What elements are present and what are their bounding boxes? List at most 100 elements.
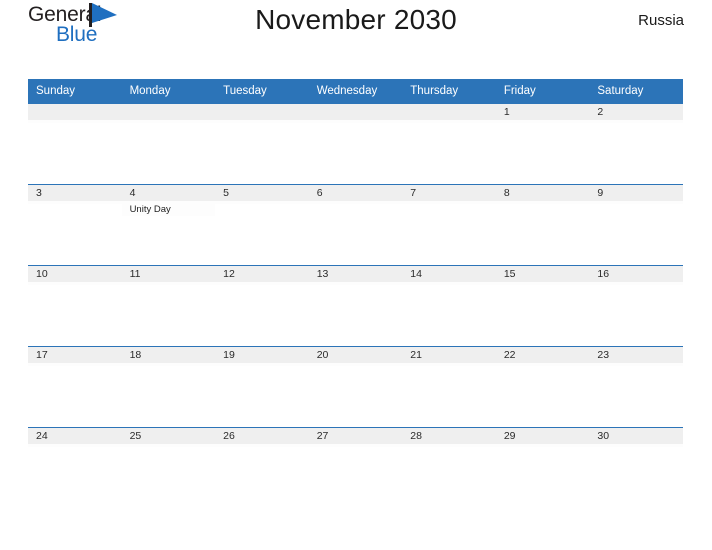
day-cell[interactable]: 14 [402, 265, 496, 347]
day-number: 13 [308, 266, 403, 282]
weekday-header-tuesday: Tuesday [215, 79, 309, 104]
day-events [495, 444, 590, 447]
day-cell[interactable]: 25 [121, 427, 216, 508]
day-cell[interactable] [402, 104, 496, 185]
calendar-header-row-group: Sunday Monday Tuesday Wednesday Thursday… [28, 79, 683, 104]
day-cell[interactable]: 15 [495, 265, 590, 347]
day-cell[interactable]: 7 [402, 184, 496, 266]
day-events [308, 120, 403, 123]
day-events [402, 282, 496, 285]
calendar-weeks: 1 2 3 4 Unity Day 5 6 7 8 9 10 11 12 13 1… [28, 104, 683, 508]
day-number: 16 [589, 266, 683, 282]
day-events [402, 444, 496, 447]
day-cell[interactable]: 9 [589, 184, 683, 266]
day-number: 25 [121, 428, 216, 444]
day-cell[interactable]: 3 [28, 184, 122, 266]
weekday-header-saturday: Saturday [589, 79, 683, 104]
day-cell[interactable]: 18 [121, 346, 216, 428]
weekday-header-row: Sunday Monday Tuesday Wednesday Thursday… [28, 79, 683, 104]
day-events [402, 201, 496, 204]
day-number [308, 104, 403, 120]
day-events [308, 201, 403, 204]
day-number: 14 [402, 266, 496, 282]
page-title: November 2030 [255, 4, 457, 35]
day-cell[interactable]: 12 [215, 265, 309, 347]
day-cell[interactable]: 8 [495, 184, 590, 266]
day-events: Unity Day [121, 201, 216, 216]
day-number: 24 [28, 428, 122, 444]
day-events [28, 363, 122, 366]
day-events [589, 282, 683, 285]
day-number [402, 104, 496, 120]
day-cell[interactable]: 19 [215, 346, 309, 428]
country-label: Russia [638, 12, 684, 29]
day-events [215, 282, 309, 285]
day-cell[interactable]: 16 [589, 265, 683, 347]
day-cell[interactable]: 30 [589, 427, 683, 508]
day-events [495, 120, 590, 123]
day-events [495, 282, 590, 285]
day-number: 20 [308, 347, 403, 363]
day-events [121, 282, 216, 285]
day-events [495, 201, 590, 204]
day-number: 21 [402, 347, 496, 363]
day-cell[interactable] [215, 104, 309, 185]
day-cell[interactable]: 21 [402, 346, 496, 428]
day-number: 5 [215, 185, 309, 201]
day-cell[interactable]: 17 [28, 346, 122, 428]
day-events [121, 444, 216, 447]
day-cell[interactable]: 20 [308, 346, 403, 428]
day-events [589, 201, 683, 204]
day-cell[interactable]: 1 [495, 104, 590, 185]
day-number [121, 104, 216, 120]
day-cell[interactable]: 22 [495, 346, 590, 428]
day-number: 28 [402, 428, 496, 444]
day-cell[interactable]: 26 [215, 427, 309, 508]
day-cell[interactable] [121, 104, 216, 185]
day-cell[interactable]: 23 [589, 346, 683, 428]
event-label: Unity Day [129, 204, 171, 215]
day-cell[interactable]: 29 [495, 427, 590, 508]
day-cell[interactable]: 6 [308, 184, 403, 266]
day-events [28, 444, 122, 447]
calendar-week-row: 10 11 12 13 14 15 16 [28, 265, 683, 347]
day-cell[interactable]: 11 [121, 265, 216, 347]
day-cell[interactable]: 5 [215, 184, 309, 266]
day-number: 11 [121, 266, 216, 282]
day-cell[interactable]: 2 [589, 104, 683, 185]
calendar-week-row: 24 25 26 27 28 29 30 [28, 427, 683, 508]
day-events [215, 120, 309, 123]
day-events [308, 444, 403, 447]
day-events [28, 282, 122, 285]
calendar-week-row: 3 4 Unity Day 5 6 7 8 9 [28, 184, 683, 266]
day-number: 27 [308, 428, 403, 444]
day-number: 1 [495, 104, 590, 120]
day-events [589, 363, 683, 366]
day-number: 29 [495, 428, 590, 444]
day-number: 3 [28, 185, 122, 201]
day-cell[interactable] [28, 104, 122, 185]
day-cell[interactable]: 28 [402, 427, 496, 508]
day-cell[interactable]: 10 [28, 265, 122, 347]
day-cell[interactable]: 24 [28, 427, 122, 508]
day-events [121, 363, 216, 366]
day-events [589, 120, 683, 123]
calendar-week-row: 17 18 19 20 21 22 23 [28, 346, 683, 428]
day-cell[interactable]: 13 [308, 265, 403, 347]
page-header: General Blue November 2030 Russia [28, 0, 684, 52]
day-events [402, 120, 496, 123]
day-number: 12 [215, 266, 309, 282]
day-cell[interactable]: 27 [308, 427, 403, 508]
day-number: 18 [121, 347, 216, 363]
day-number: 8 [495, 185, 590, 201]
day-events [28, 120, 122, 123]
day-number: 23 [589, 347, 683, 363]
day-events [308, 363, 403, 366]
day-number [28, 104, 122, 120]
calendar-page: General Blue November 2030 Russia Sunday… [0, 0, 712, 550]
day-events [589, 444, 683, 447]
day-events [495, 363, 590, 366]
day-cell[interactable] [308, 104, 403, 185]
day-cell[interactable]: 4 Unity Day [121, 184, 216, 266]
day-number: 10 [28, 266, 122, 282]
